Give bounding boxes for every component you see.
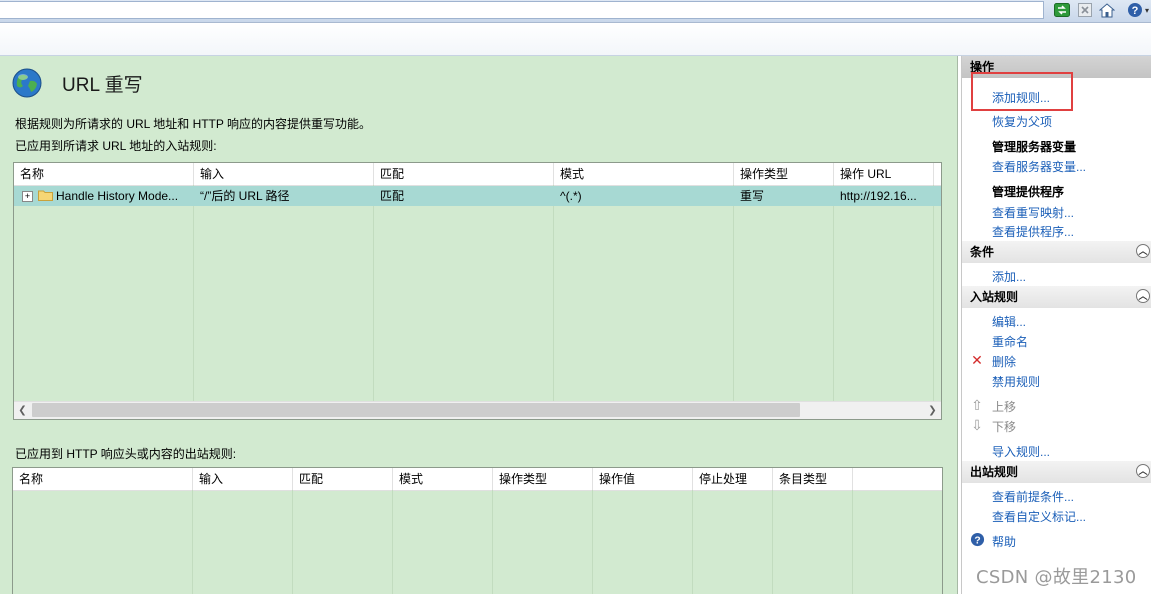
secondary-toolbar bbox=[0, 23, 1151, 56]
stop-icon[interactable] bbox=[1076, 1, 1094, 19]
scrollbar-thumb[interactable] bbox=[32, 403, 800, 417]
help-icon[interactable]: ? bbox=[1126, 1, 1144, 19]
column-header-pattern[interactable]: 模式 bbox=[393, 468, 493, 490]
page-description: 根据规则为所请求的 URL 地址和 HTTP 响应的内容提供重写功能。 bbox=[15, 117, 372, 131]
watermark: CSDN @故里2130 bbox=[976, 567, 1137, 588]
help-icon: ? bbox=[969, 532, 985, 548]
outbound-rules-header[interactable]: 出站规则 ︿ bbox=[962, 461, 1151, 483]
conditions-header[interactable]: 条件 ︿ bbox=[962, 241, 1151, 263]
revert-to-parent-link[interactable]: 恢复为父项 bbox=[992, 113, 1052, 130]
help-link[interactable]: 帮助 bbox=[992, 533, 1016, 550]
edit-rule-link[interactable]: 编辑... bbox=[992, 313, 1026, 330]
inbound-rules-label: 已应用到所请求 URL 地址的入站规则: bbox=[15, 139, 217, 153]
actions-pane: 操作 添加规则... 恢复为父项 管理服务器变量 查看服务器变量... 管理提供… bbox=[961, 56, 1151, 594]
rename-rule-link[interactable]: 重命名 bbox=[992, 333, 1028, 350]
address-bar[interactable] bbox=[0, 1, 1044, 19]
home-icon[interactable] bbox=[1098, 1, 1116, 19]
column-header-action-url[interactable]: 操作 URL bbox=[834, 163, 934, 185]
column-header-match[interactable]: 匹配 bbox=[293, 468, 393, 490]
column-header-match[interactable]: 匹配 bbox=[374, 163, 554, 185]
delete-icon: ✕ bbox=[971, 352, 983, 368]
column-header-stop-processing[interactable]: 停止处理 bbox=[693, 468, 773, 490]
view-providers-link[interactable]: 查看提供程序... bbox=[992, 223, 1074, 240]
horizontal-scrollbar[interactable]: ❮ ❯ bbox=[14, 401, 941, 419]
rule-action-url-cell: http://192.16... bbox=[840, 189, 917, 203]
arrow-up-icon: ⇧ bbox=[971, 397, 983, 413]
outbound-rules-grid: 名称 输入 匹配 模式 操作类型 操作值 停止处理 条目类型 bbox=[12, 467, 943, 594]
rule-input-cell: “/”后的 URL 路径 bbox=[200, 189, 290, 203]
dropdown-icon[interactable]: ▾ bbox=[1143, 1, 1151, 19]
refresh-icon[interactable] bbox=[1053, 1, 1071, 19]
delete-rule-link[interactable]: 删除 bbox=[992, 353, 1016, 370]
svg-text:?: ? bbox=[1132, 5, 1139, 17]
scroll-right-icon[interactable]: ❯ bbox=[924, 402, 941, 419]
add-condition-link[interactable]: 添加... bbox=[992, 268, 1026, 285]
rule-name-cell: + Handle History Mode... bbox=[14, 186, 194, 206]
collapse-icon[interactable]: ︿ bbox=[1136, 289, 1150, 303]
column-header-action-value[interactable]: 操作值 bbox=[593, 468, 693, 490]
manage-providers-title: 管理提供程序 bbox=[992, 185, 1065, 199]
column-header-input[interactable]: 输入 bbox=[193, 468, 293, 490]
rule-name: Handle History Mode... bbox=[56, 189, 179, 203]
move-up-link[interactable]: 上移 bbox=[992, 398, 1016, 415]
conditions-header-label: 条件 bbox=[970, 245, 995, 259]
page-title: URL 重写 bbox=[62, 75, 143, 96]
highlight-annotation bbox=[971, 72, 1073, 111]
grid-header: 名称 输入 匹配 模式 操作类型 操作 URL bbox=[14, 163, 941, 186]
folder-icon bbox=[38, 187, 53, 206]
outbound-rules-label: 已应用到 HTTP 响应头或内容的出站规则: bbox=[15, 447, 237, 461]
svg-text:?: ? bbox=[974, 535, 980, 546]
rule-pattern-cell: ^(.*) bbox=[560, 189, 582, 203]
arrow-down-icon: ⇩ bbox=[971, 417, 983, 433]
expand-icon[interactable]: + bbox=[22, 191, 33, 203]
column-header-action-type[interactable]: 操作类型 bbox=[734, 163, 834, 185]
disable-rule-link[interactable]: 禁用规则 bbox=[992, 373, 1040, 390]
column-header-action-type[interactable]: 操作类型 bbox=[493, 468, 593, 490]
inbound-rules-header[interactable]: 入站规则 ︿ bbox=[962, 286, 1151, 308]
rule-action-type-cell: 重写 bbox=[740, 189, 765, 203]
column-header-name[interactable]: 名称 bbox=[14, 163, 194, 185]
grid-header: 名称 输入 匹配 模式 操作类型 操作值 停止处理 条目类型 bbox=[13, 468, 942, 491]
outbound-rules-header-label: 出站规则 bbox=[970, 465, 1019, 479]
column-header-entry-type[interactable]: 条目类型 bbox=[773, 468, 853, 490]
collapse-icon[interactable]: ︿ bbox=[1136, 244, 1150, 258]
manage-server-variables-title: 管理服务器变量 bbox=[992, 140, 1077, 154]
address-toolbar: ? ▾ bbox=[0, 0, 1151, 23]
move-down-link[interactable]: 下移 bbox=[992, 418, 1016, 435]
column-header-pattern[interactable]: 模式 bbox=[554, 163, 734, 185]
view-rewrite-maps-link[interactable]: 查看重写映射... bbox=[992, 204, 1074, 221]
view-server-variables-link[interactable]: 查看服务器变量... bbox=[992, 158, 1086, 175]
url-rewrite-panel: URL 重写 根据规则为所请求的 URL 地址和 HTTP 响应的内容提供重写功… bbox=[0, 56, 958, 594]
import-rules-link[interactable]: 导入规则... bbox=[992, 443, 1050, 460]
column-header-input[interactable]: 输入 bbox=[194, 163, 374, 185]
rule-match-cell: 匹配 bbox=[380, 189, 405, 203]
collapse-icon[interactable]: ︿ bbox=[1136, 464, 1150, 478]
inbound-rules-grid: 名称 输入 匹配 模式 操作类型 操作 URL + Handle History… bbox=[13, 162, 942, 420]
inbound-rules-header-label: 入站规则 bbox=[970, 290, 1019, 304]
globe-icon bbox=[12, 68, 42, 98]
view-custom-tags-link[interactable]: 查看自定义标记... bbox=[992, 508, 1086, 525]
column-header-name[interactable]: 名称 bbox=[13, 468, 193, 490]
scroll-left-icon[interactable]: ❮ bbox=[14, 402, 31, 419]
view-preconditions-link[interactable]: 查看前提条件... bbox=[992, 488, 1074, 505]
table-row[interactable]: + Handle History Mode... “/”后的 URL 路径 匹配… bbox=[14, 186, 941, 206]
